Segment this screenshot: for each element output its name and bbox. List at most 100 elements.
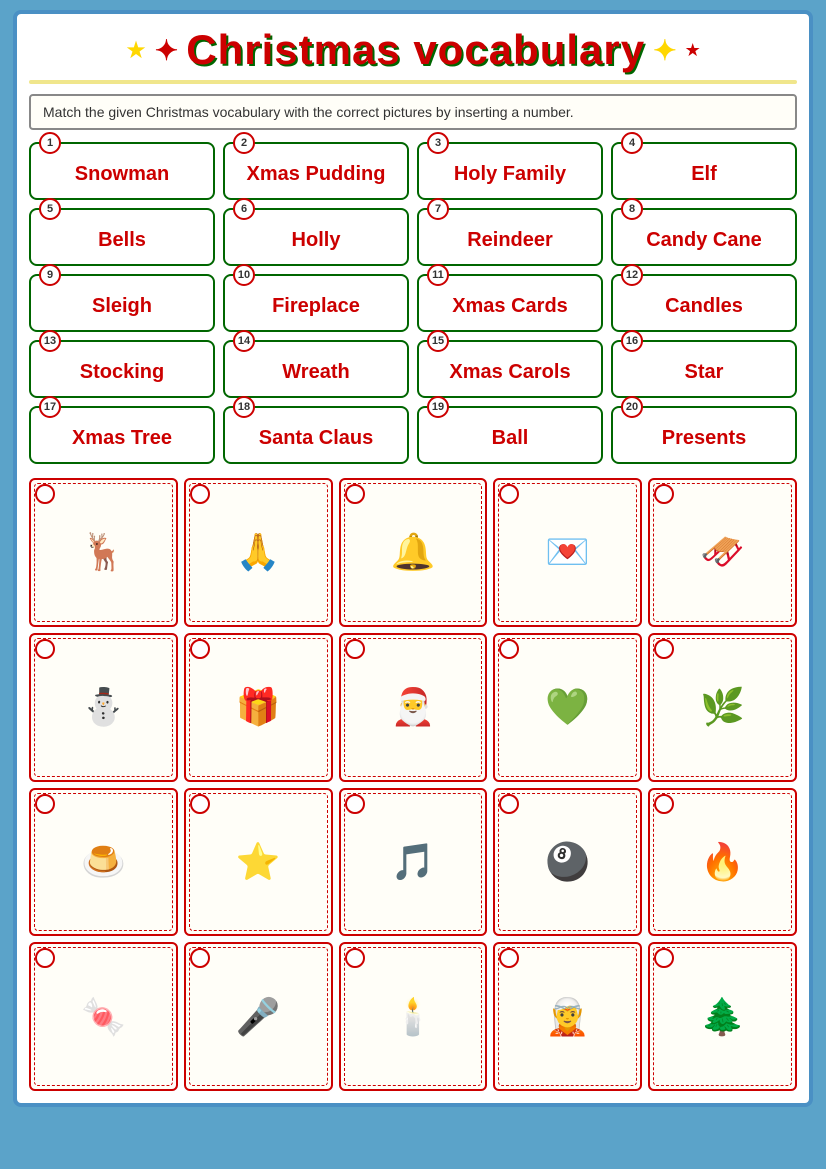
image-emoji-wreath: 💚 <box>545 689 590 725</box>
image-emoji-xmas-cards: 💌 <box>545 534 590 570</box>
answer-circle-11[interactable] <box>35 794 55 814</box>
vocab-item-11: 11 Xmas Cards <box>417 274 603 332</box>
vocab-item-13: 13 Stocking <box>29 340 215 398</box>
vocab-number-11: 11 <box>427 264 449 286</box>
vocab-item-7: 7 Reindeer <box>417 208 603 266</box>
vocab-label-7: Reindeer <box>429 229 591 252</box>
image-content-elf: 🧝 <box>495 944 640 1089</box>
vocab-label-17: Xmas Tree <box>41 427 203 450</box>
image-cell-singers: 🎤 <box>184 942 333 1091</box>
vocab-label-8: Candy Cane <box>623 229 785 252</box>
image-cell-xmas-cards: 💌 <box>493 478 642 627</box>
vocab-number-6: 6 <box>233 198 255 220</box>
vocab-label-5: Bells <box>41 229 203 252</box>
image-emoji-candles: 🕯️ <box>391 999 436 1035</box>
vocab-number-5: 5 <box>39 198 61 220</box>
vocab-number-19: 19 <box>427 396 449 418</box>
answer-circle-6[interactable] <box>35 639 55 659</box>
image-cell-santa-claus: 🎅 <box>339 633 488 782</box>
image-emoji-xmas-carols: 🎵 <box>391 844 436 880</box>
main-page: ★ ✦ Christmas vocabulary ✦ ★ Match the g… <box>13 10 813 1107</box>
answer-circle-2[interactable] <box>190 484 210 504</box>
image-emoji-santa-claus: 🎅 <box>391 689 436 725</box>
image-content-singers: 🎤 <box>186 944 331 1089</box>
plus-deco-1: ✦ <box>155 34 178 67</box>
title-area: ★ ✦ Christmas vocabulary ✦ ★ <box>29 26 797 84</box>
images-grid: 🦌 🙏 🔔 💌 🛷 ⛄ <box>29 478 797 1091</box>
image-cell-fireplace: 🔥 <box>648 788 797 937</box>
image-emoji-holly: 🌿 <box>700 689 745 725</box>
image-content-santa-claus: 🎅 <box>341 635 486 780</box>
image-content-reindeer: 🦌 <box>31 480 176 625</box>
star-deco-1: ★ <box>125 36 147 65</box>
vocab-item-4: 4 Elf <box>611 142 797 200</box>
title-divider <box>29 80 797 84</box>
vocab-number-17: 17 <box>39 396 61 418</box>
vocab-number-2: 2 <box>233 132 255 154</box>
image-content-star: ⭐ <box>186 790 331 935</box>
answer-circle-10[interactable] <box>654 639 674 659</box>
vocab-number-7: 7 <box>427 198 449 220</box>
image-content-candy-cane: 🍬 <box>31 944 176 1089</box>
image-emoji-holy-family: 🙏 <box>236 534 281 570</box>
vocab-label-16: Star <box>623 361 785 384</box>
image-emoji-snowman: ⛄ <box>81 689 126 725</box>
vocab-item-12: 12 Candles <box>611 274 797 332</box>
image-cell-sleigh: 🛷 <box>648 478 797 627</box>
image-emoji-bells: 🔔 <box>391 534 436 570</box>
vocab-item-20: 20 Presents <box>611 406 797 464</box>
vocab-number-4: 4 <box>621 132 643 154</box>
image-content-xmas-cards: 💌 <box>495 480 640 625</box>
vocab-label-3: Holy Family <box>429 163 591 186</box>
image-cell-ball: 🎱 <box>493 788 642 937</box>
image-cell-xmas-carols: 🎵 <box>339 788 488 937</box>
vocab-item-3: 3 Holy Family <box>417 142 603 200</box>
image-cell-holly: 🌿 <box>648 633 797 782</box>
image-emoji-sleigh: 🛷 <box>700 534 745 570</box>
vocab-label-14: Wreath <box>235 361 397 384</box>
image-content-bells: 🔔 <box>341 480 486 625</box>
image-content-sleigh: 🛷 <box>650 480 795 625</box>
vocab-number-3: 3 <box>427 132 449 154</box>
image-content-presents: 🎁 <box>186 635 331 780</box>
vocab-label-9: Sleigh <box>41 295 203 318</box>
vocab-label-2: Xmas Pudding <box>235 163 397 186</box>
image-emoji-xmas-tree: 🌲 <box>700 999 745 1035</box>
vocab-label-6: Holly <box>235 229 397 252</box>
vocab-item-1: 1 Snowman <box>29 142 215 200</box>
image-content-fireplace: 🔥 <box>650 790 795 935</box>
vocab-item-8: 8 Candy Cane <box>611 208 797 266</box>
image-emoji-singers: 🎤 <box>236 999 281 1035</box>
answer-circle-1[interactable] <box>35 484 55 504</box>
vocab-number-12: 12 <box>621 264 643 286</box>
image-cell-bells: 🔔 <box>339 478 488 627</box>
answer-circle-14[interactable] <box>499 794 519 814</box>
image-cell-presents: 🎁 <box>184 633 333 782</box>
page-title: Christmas vocabulary <box>186 26 645 74</box>
star-deco-2: ★ <box>685 40 701 61</box>
image-cell-candy-cane: 🍬 <box>29 942 178 1091</box>
answer-circle-18[interactable] <box>345 948 365 968</box>
answer-circle-13[interactable] <box>345 794 365 814</box>
vocab-number-20: 20 <box>621 396 643 418</box>
image-emoji-star: ⭐ <box>236 844 281 880</box>
vocab-label-1: Snowman <box>41 163 203 186</box>
answer-circle-15[interactable] <box>654 794 674 814</box>
image-emoji-xmas-pudding: 🍮 <box>81 844 126 880</box>
answer-circle-8[interactable] <box>345 639 365 659</box>
images-section: 🦌 🙏 🔔 💌 🛷 ⛄ <box>29 478 797 1091</box>
answer-circle-7[interactable] <box>190 639 210 659</box>
vocab-item-16: 16 Star <box>611 340 797 398</box>
image-emoji-reindeer: 🦌 <box>81 534 126 570</box>
image-content-snowman: ⛄ <box>31 635 176 780</box>
vocab-item-5: 5 Bells <box>29 208 215 266</box>
answer-circle-12[interactable] <box>190 794 210 814</box>
vocab-number-18: 18 <box>233 396 255 418</box>
image-cell-snowman: ⛄ <box>29 633 178 782</box>
image-content-wreath: 💚 <box>495 635 640 780</box>
vocab-number-8: 8 <box>621 198 643 220</box>
answer-circle-3[interactable] <box>345 484 365 504</box>
image-content-xmas-tree: 🌲 <box>650 944 795 1089</box>
vocab-item-19: 19 Ball <box>417 406 603 464</box>
image-content-holly: 🌿 <box>650 635 795 780</box>
